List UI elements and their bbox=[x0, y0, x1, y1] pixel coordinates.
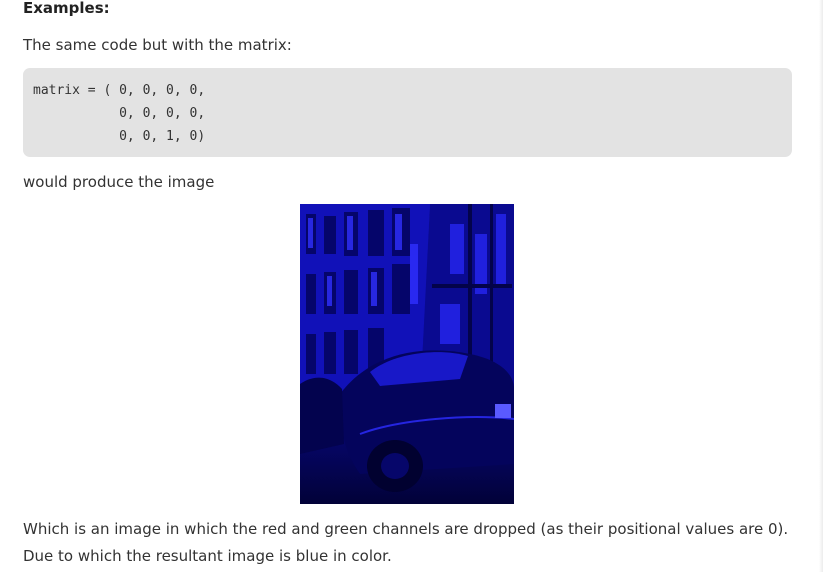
code-line: 0, 0, 0, 0, bbox=[33, 106, 206, 121]
code-block: matrix = ( 0, 0, 0, 0, 0, 0, 0, 0, 0, 0,… bbox=[23, 68, 792, 157]
result-intro-text: would produce the image bbox=[23, 173, 215, 191]
scrollbar-edge bbox=[819, 0, 823, 572]
intro-text: The same code but with the matrix: bbox=[23, 36, 292, 54]
section-heading: Examples: bbox=[23, 0, 110, 17]
code-line: 0, 0, 1, 0) bbox=[33, 129, 206, 144]
blue-channel-image bbox=[300, 204, 514, 504]
street-scene-illustration bbox=[300, 204, 514, 504]
conclusion-text: Which is an image in which the red and g… bbox=[23, 520, 789, 565]
page: Examples: The same code but with the mat… bbox=[0, 0, 823, 572]
code-line: matrix = ( 0, 0, 0, 0, bbox=[33, 83, 206, 98]
